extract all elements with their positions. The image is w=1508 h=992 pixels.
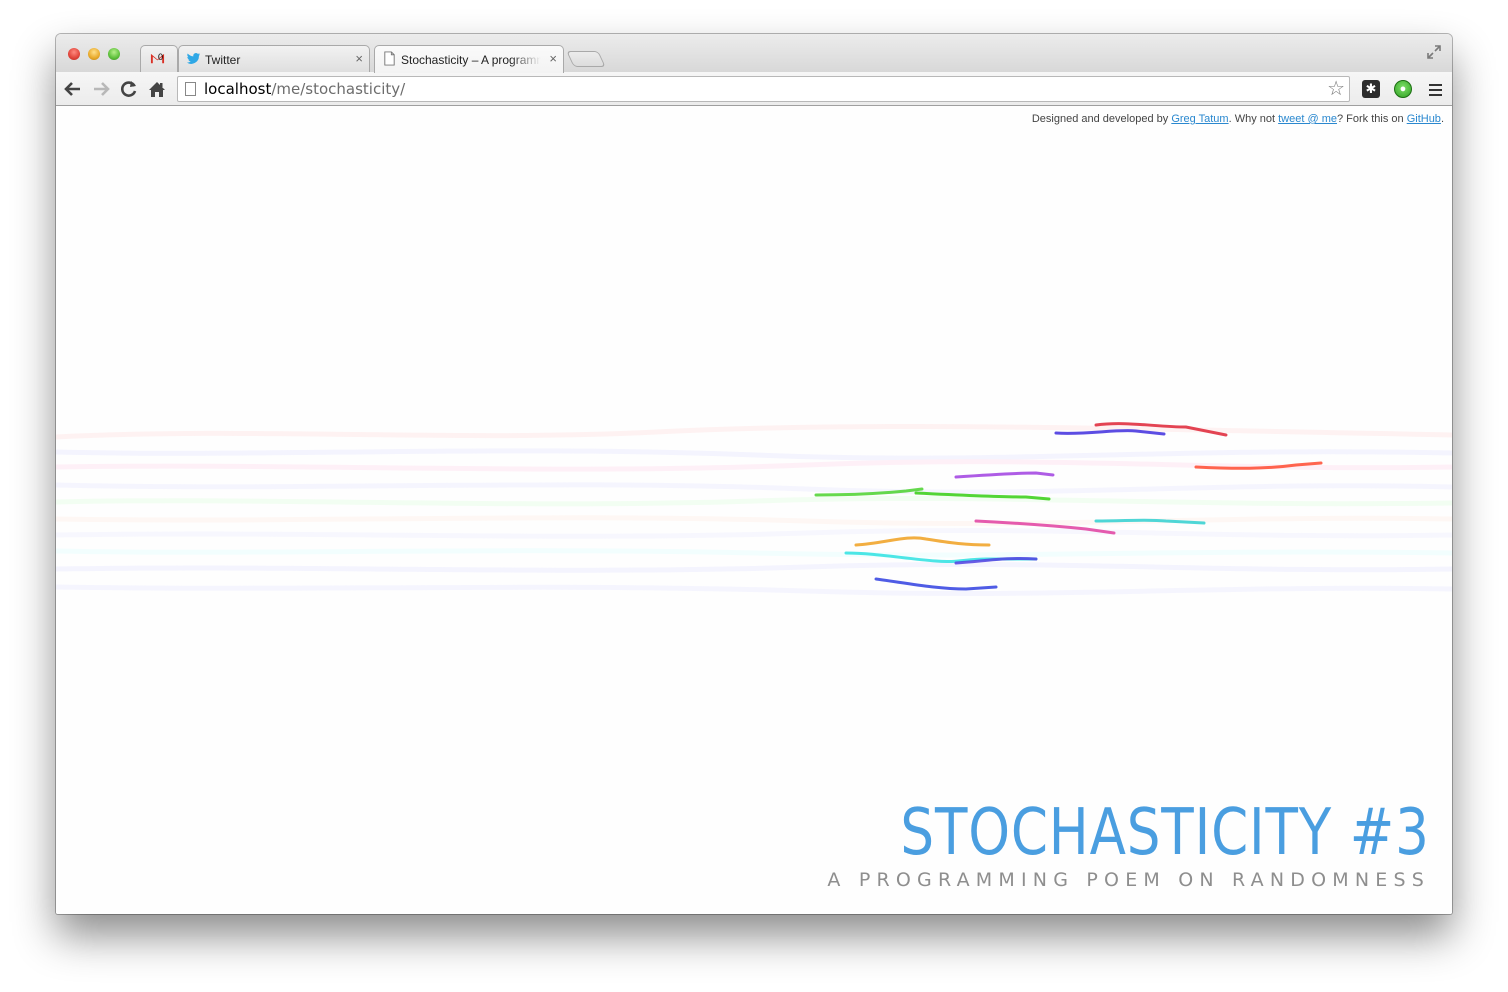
toolbar: localhost/me/stochasticity/ ☆ ✱ ● (56, 72, 1452, 106)
trail-9 (854, 536, 991, 547)
url-text: localhost/me/stochasticity/ (204, 80, 405, 98)
url-path: /me/stochasticity/ (271, 80, 406, 98)
tweet-link[interactable]: tweet @ me (1278, 113, 1337, 125)
arrow-right-icon (94, 82, 110, 96)
fullscreen-icon[interactable] (1426, 44, 1442, 60)
maximize-window-button[interactable] (108, 48, 120, 60)
credit-mid2: ? Fork this on (1336, 113, 1407, 125)
home-button[interactable] (146, 78, 168, 100)
browser-window: 0 Twitter × Stochasticity – A programmin… (56, 34, 1452, 914)
twitter-icon (186, 53, 201, 64)
page-info-icon (185, 82, 196, 96)
close-tab-twitter-icon[interactable]: × (355, 46, 363, 72)
tab-twitter-label: Twitter (205, 53, 241, 67)
reload-button[interactable] (118, 78, 140, 100)
github-link[interactable]: GitHub (1407, 113, 1441, 125)
gmail-badge: 0 (158, 52, 164, 62)
faint-trails (56, 423, 1452, 597)
address-bar[interactable]: localhost/me/stochasticity/ ☆ (177, 76, 1350, 102)
extension-puzzle-icon[interactable]: ✱ (1362, 80, 1380, 98)
tab-stochasticity[interactable]: Stochasticity – A programming poem on ra… (374, 45, 564, 73)
credit-mid: . Why not (1228, 113, 1279, 125)
author-link[interactable]: Greg Tatum (1171, 113, 1228, 125)
title-block: STOCHASTICITY #3 A PROGRAMMING POEM ON R… (792, 801, 1430, 891)
arrow-left-icon (64, 82, 80, 96)
credit-prefix: Designed and developed by (1031, 113, 1172, 125)
stochastic-canvas (56, 422, 1452, 597)
trail-12 (874, 577, 998, 591)
tab-gmail[interactable]: 0 (140, 45, 178, 73)
tab-twitter[interactable]: Twitter × (178, 45, 370, 73)
page-content: Designed and developed by Greg Tatum. Wh… (56, 107, 1452, 914)
page-icon (384, 51, 395, 66)
tab-strip: 0 Twitter × Stochasticity – A programmin… (56, 34, 1452, 73)
credit-suffix: . (1440, 113, 1444, 125)
minimize-window-button[interactable] (88, 48, 100, 60)
page-title: STOCHASTICITY #3 (900, 796, 1430, 870)
home-icon (149, 82, 165, 97)
extension-evernote-icon[interactable]: ● (1394, 80, 1412, 98)
tab-stochasticity-label: Stochasticity – A programming poem on ra… (401, 53, 541, 67)
chrome-menu-button[interactable] (1429, 84, 1442, 99)
back-button[interactable] (62, 78, 84, 100)
url-host: localhost (204, 80, 272, 98)
trail-2 (1054, 429, 1166, 436)
new-tab-button[interactable] (566, 51, 606, 67)
bookmark-star-icon[interactable]: ☆ (1327, 77, 1345, 101)
forward-button[interactable] (90, 78, 112, 100)
reload-icon (121, 81, 137, 97)
close-tab-stochasticity-icon[interactable]: × (549, 46, 557, 72)
trail-4 (954, 471, 1055, 479)
close-window-button[interactable] (68, 48, 80, 60)
page-subtitle: A PROGRAMMING POEM ON RANDOMNESS (827, 869, 1430, 891)
credit-line: Designed and developed by Greg Tatum. Wh… (1032, 113, 1444, 125)
